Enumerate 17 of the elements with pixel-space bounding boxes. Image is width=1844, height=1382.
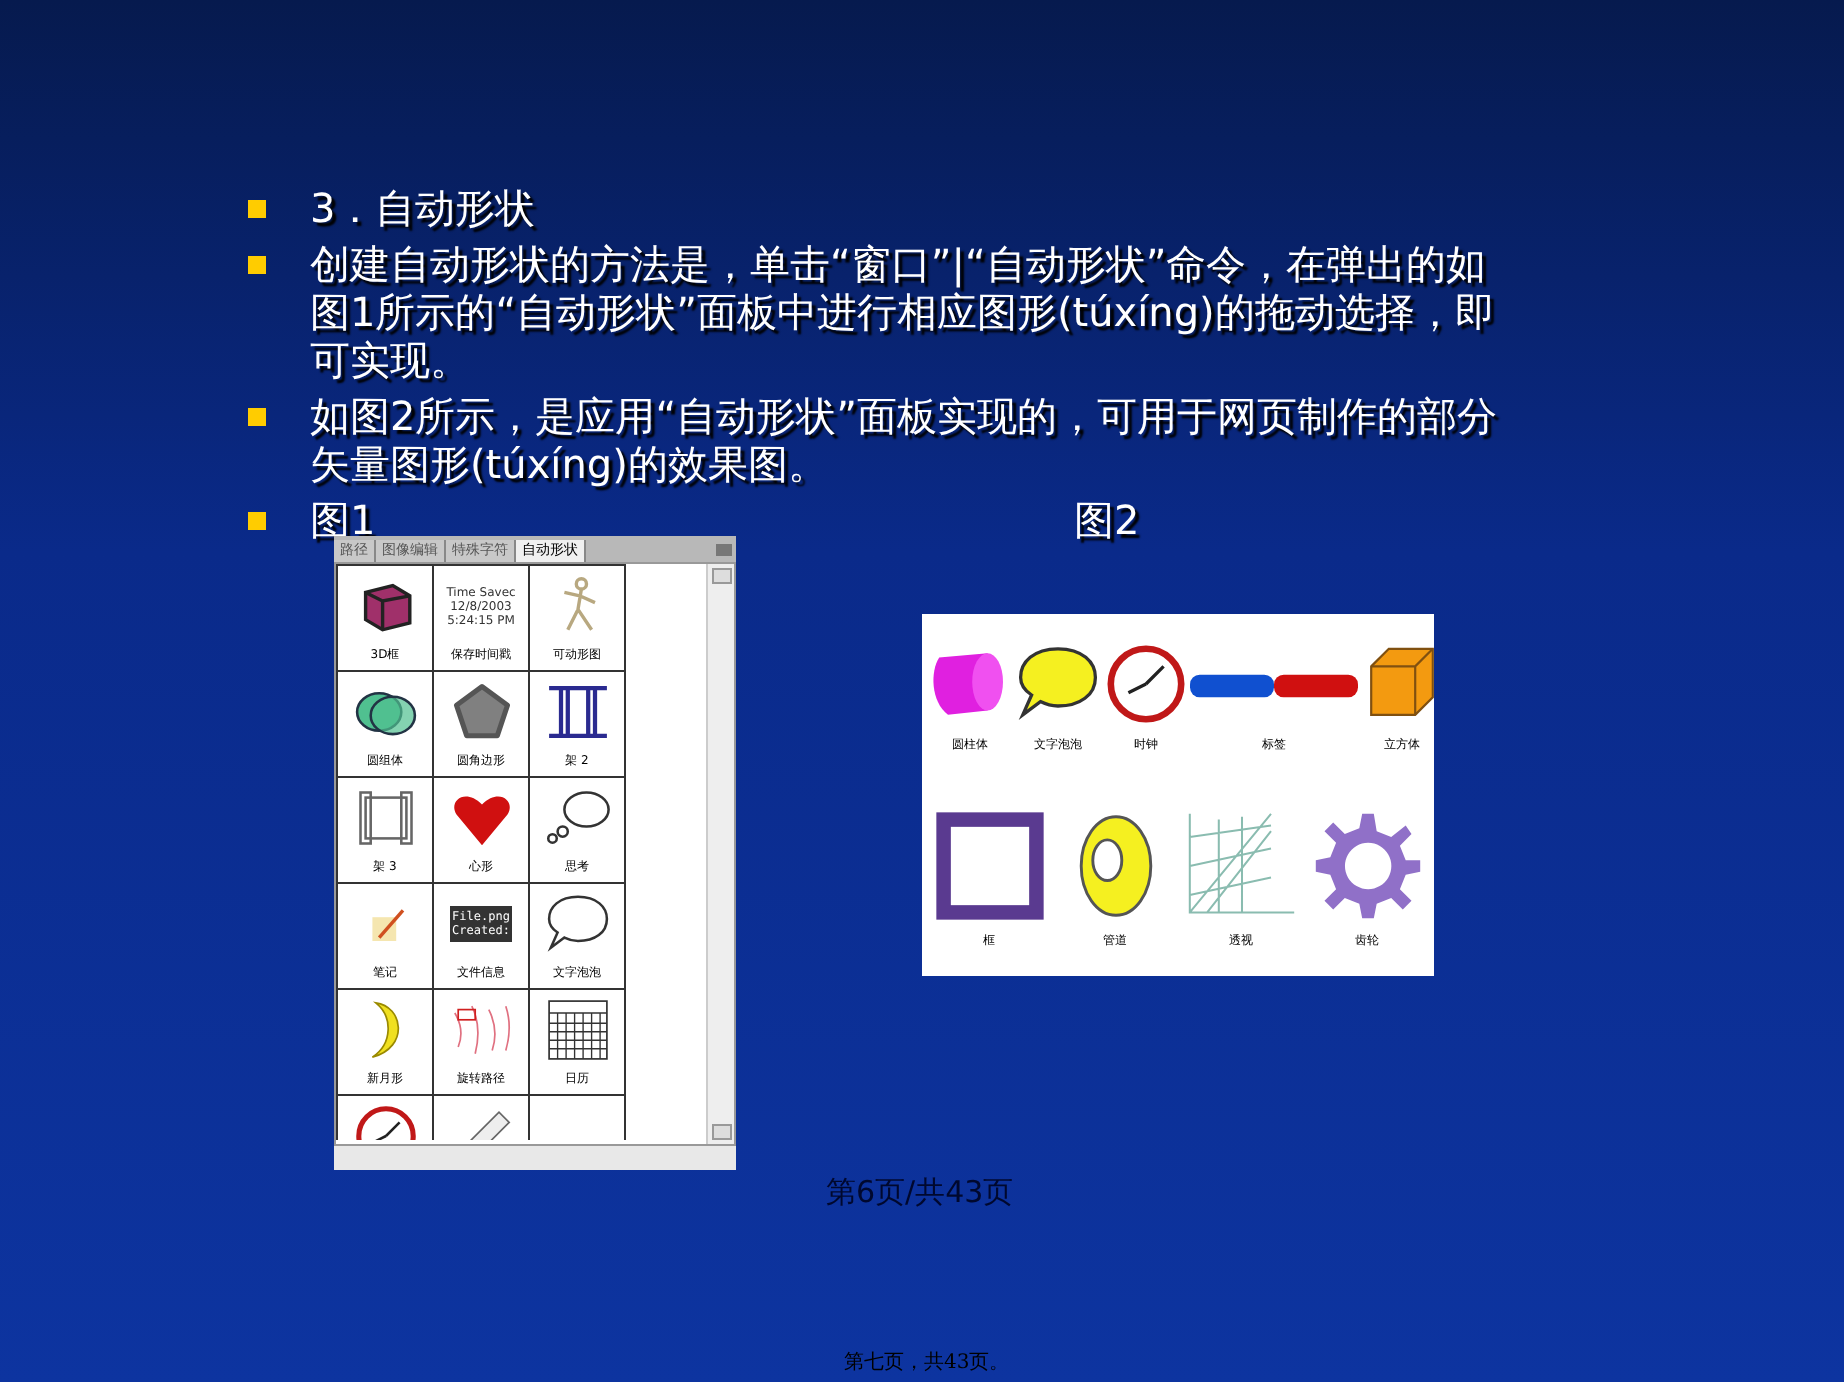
tab-shapes-icon — [1190, 674, 1358, 699]
scroll-down-icon[interactable] — [711, 1124, 731, 1140]
bullet-text: 3．自动形状 — [310, 184, 538, 232]
square-frame-icon — [931, 807, 1047, 924]
scroll-up-icon[interactable] — [711, 568, 731, 584]
bullet-icon — [248, 512, 266, 530]
bullet-icon — [248, 256, 266, 274]
bullet-text: 如图2所示，是应用“自动形状”面板实现的，可用于网页制作的部分矢量图形(túxíng)的效果图。 — [310, 392, 1499, 488]
bullet-text: 创建自动形状的方法是，单击“窗口”|“自动形状”命令，在弹出的如图1所示的“自动形状”面板中进行相应图形(túxíng)的拖动选择，即可实现。 — [310, 240, 1497, 384]
figure-caption: 图2 — [1074, 496, 1140, 544]
calendar-icon — [543, 996, 611, 1064]
scrollbar[interactable] — [706, 564, 734, 1144]
footer-note: 第七页，共43页。 — [844, 1349, 1010, 1378]
page-number: 第6页/共43页 — [826, 1172, 1014, 1214]
bullet-icon — [248, 200, 266, 218]
figure-caption: 图1 — [310, 496, 378, 544]
bullet-icon — [248, 408, 266, 426]
